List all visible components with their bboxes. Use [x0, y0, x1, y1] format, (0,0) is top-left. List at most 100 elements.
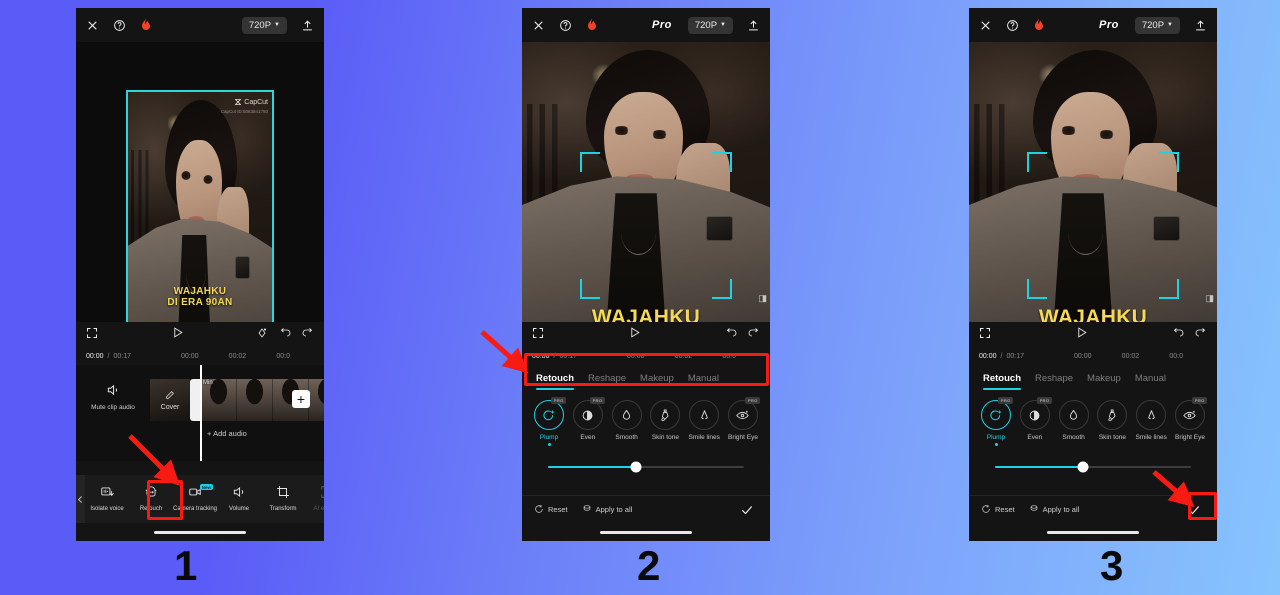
retouch-tool-smile-lines[interactable]: Smile lines [1132, 400, 1170, 446]
time-separator: / [553, 353, 556, 360]
reset-icon [534, 504, 544, 516]
close-icon[interactable] [532, 19, 545, 32]
add-track-button[interactable]: + [292, 390, 310, 408]
plump-icon [981, 400, 1011, 430]
retouch-tool-smooth[interactable]: Smooth [608, 400, 646, 446]
player-left-group [979, 326, 991, 344]
help-icon[interactable] [1006, 19, 1019, 32]
tab-reshape[interactable]: Reshape [588, 373, 626, 390]
tab-reshape[interactable]: Reshape [1035, 373, 1073, 390]
confirm-checkmark-button[interactable] [1183, 501, 1205, 519]
tab-manual[interactable]: Manual [688, 373, 719, 390]
toolbar-item-volume[interactable]: Volume [217, 485, 261, 513]
toolbar-item-camera-tracking[interactable]: New Camera tracking [173, 484, 217, 513]
slider-knob[interactable] [1077, 461, 1089, 473]
retouch-panel: Retouch Reshape Makeup Manual PRO Plump … [522, 365, 770, 541]
reset-button[interactable]: Reset [981, 504, 1015, 516]
retouch-tool-bright-eye[interactable]: PRO Bright Eye [724, 397, 762, 446]
redo-icon[interactable] [748, 326, 760, 344]
tab-retouch[interactable]: Retouch [536, 373, 574, 390]
video-frame[interactable]: ◨ WAJAHKU [969, 42, 1217, 322]
undo-icon[interactable] [279, 326, 291, 344]
play-icon[interactable] [1075, 326, 1088, 344]
tab-makeup[interactable]: Makeup [640, 373, 674, 390]
flame-icon[interactable] [586, 18, 598, 32]
video-caption: WAJAHKU DI ERA 90AN [128, 286, 272, 308]
resolution-badge[interactable]: 720P ▼ [241, 16, 287, 34]
pro-badge[interactable]: Pro [650, 19, 674, 31]
tab-retouch[interactable]: Retouch [983, 373, 1021, 390]
smooth-droplet-icon [1058, 400, 1089, 430]
add-audio-button[interactable]: + Add audio [207, 429, 247, 438]
player-right-group [1172, 326, 1207, 344]
redo-icon[interactable] [302, 326, 314, 344]
retouch-tool-even[interactable]: PRO Even [569, 397, 607, 446]
time-ruler: 00:00 / 00:17 00:00 00:02 00:0 [76, 348, 324, 365]
cover-thumbnail-button[interactable]: Cover [150, 379, 190, 421]
retouch-tool-plump[interactable]: PRO Plump [977, 397, 1015, 446]
apply-to-all-button[interactable]: Apply to all [1029, 504, 1079, 516]
pro-badge[interactable]: Pro [1097, 19, 1121, 31]
toolbar-item-isolate-voice[interactable]: Isolate voice [85, 485, 129, 513]
video-frame-selected[interactable]: CapCut CapCut ID:5063841750 WAJAHKU DI E… [126, 90, 274, 322]
close-icon[interactable] [86, 19, 99, 32]
flame-icon[interactable] [140, 18, 152, 32]
timeline-area[interactable]: Mute clip audio Cover Min + + Add audio [76, 365, 324, 461]
export-upload-icon[interactable] [301, 19, 314, 32]
fullscreen-icon[interactable] [532, 326, 544, 344]
pro-chip-icon: PRO [590, 397, 605, 404]
toolbar-item-retouch[interactable]: Retouch [129, 485, 173, 513]
slider-knob[interactable] [630, 461, 642, 473]
help-icon[interactable] [113, 19, 126, 32]
time-separator: / [1000, 353, 1003, 360]
play-icon[interactable] [171, 326, 184, 344]
video-preview[interactable]: ◨ WAJAHKU [969, 42, 1217, 322]
video-preview[interactable]: ◨ WAJAHKU [522, 42, 770, 322]
toolbar-item-transform[interactable]: Transform [261, 485, 305, 513]
toolbar-back-button[interactable] [76, 475, 85, 523]
flame-icon[interactable] [1033, 18, 1045, 32]
retouch-tool-skin-tone[interactable]: Skin tone [1093, 400, 1131, 446]
fullscreen-icon[interactable] [86, 326, 98, 344]
close-icon[interactable] [979, 19, 992, 32]
reset-button[interactable]: Reset [534, 504, 568, 516]
ruler-mark: 00:02 [228, 353, 247, 360]
resolution-label: 720P [1141, 19, 1165, 31]
resolution-badge[interactable]: 720P ▼ [1134, 16, 1180, 34]
toolbar-item-ai-expand[interactable]: AI expand [305, 485, 324, 513]
fullscreen-icon[interactable] [979, 326, 991, 344]
retouch-tool-smooth[interactable]: Smooth [1055, 400, 1093, 446]
video-preview[interactable]: CapCut CapCut ID:5063841750 WAJAHKU DI E… [76, 42, 324, 322]
undo-icon[interactable] [1172, 326, 1184, 344]
keyframe-icon[interactable] [256, 326, 268, 344]
retouch-tool-smile-lines[interactable]: Smile lines [685, 400, 723, 446]
bottom-toolbar: Isolate voice Retouch New Camera trackin… [76, 475, 324, 523]
export-upload-icon[interactable] [1194, 19, 1207, 32]
redo-icon[interactable] [1195, 326, 1207, 344]
slider-track[interactable] [995, 461, 1191, 473]
slider-track[interactable] [548, 461, 744, 473]
apply-to-all-button[interactable]: Apply to all [582, 504, 632, 516]
undo-icon[interactable] [725, 326, 737, 344]
toolbar-item-label: Isolate voice [90, 505, 124, 512]
export-upload-icon[interactable] [747, 19, 760, 32]
tab-makeup[interactable]: Makeup [1087, 373, 1121, 390]
playhead[interactable] [200, 365, 202, 461]
tab-manual[interactable]: Manual [1135, 373, 1166, 390]
play-icon[interactable] [628, 326, 641, 344]
retouch-tool-plump[interactable]: PRO Plump [530, 397, 568, 446]
retouch-tool-even[interactable]: PRO Even [1016, 397, 1054, 446]
confirm-checkmark-button[interactable] [736, 501, 758, 519]
mute-clip-audio-button[interactable]: Mute clip audio [90, 383, 136, 412]
retouch-tool-skin-tone[interactable]: Skin tone [646, 400, 684, 446]
help-icon[interactable] [559, 19, 572, 32]
intensity-slider[interactable] [522, 446, 770, 473]
preview-side-handle[interactable]: ◨ [1205, 293, 1214, 304]
retouch-tool-bright-eye[interactable]: PRO Bright Eye [1171, 397, 1209, 446]
preview-side-handle[interactable]: ◨ [758, 293, 767, 304]
slider-fill [995, 466, 1084, 468]
intensity-slider[interactable] [969, 446, 1217, 473]
video-frame[interactable]: ◨ WAJAHKU [522, 42, 770, 322]
resolution-badge[interactable]: 720P ▼ [687, 16, 733, 34]
ruler-mark: 00:02 [1121, 353, 1140, 360]
